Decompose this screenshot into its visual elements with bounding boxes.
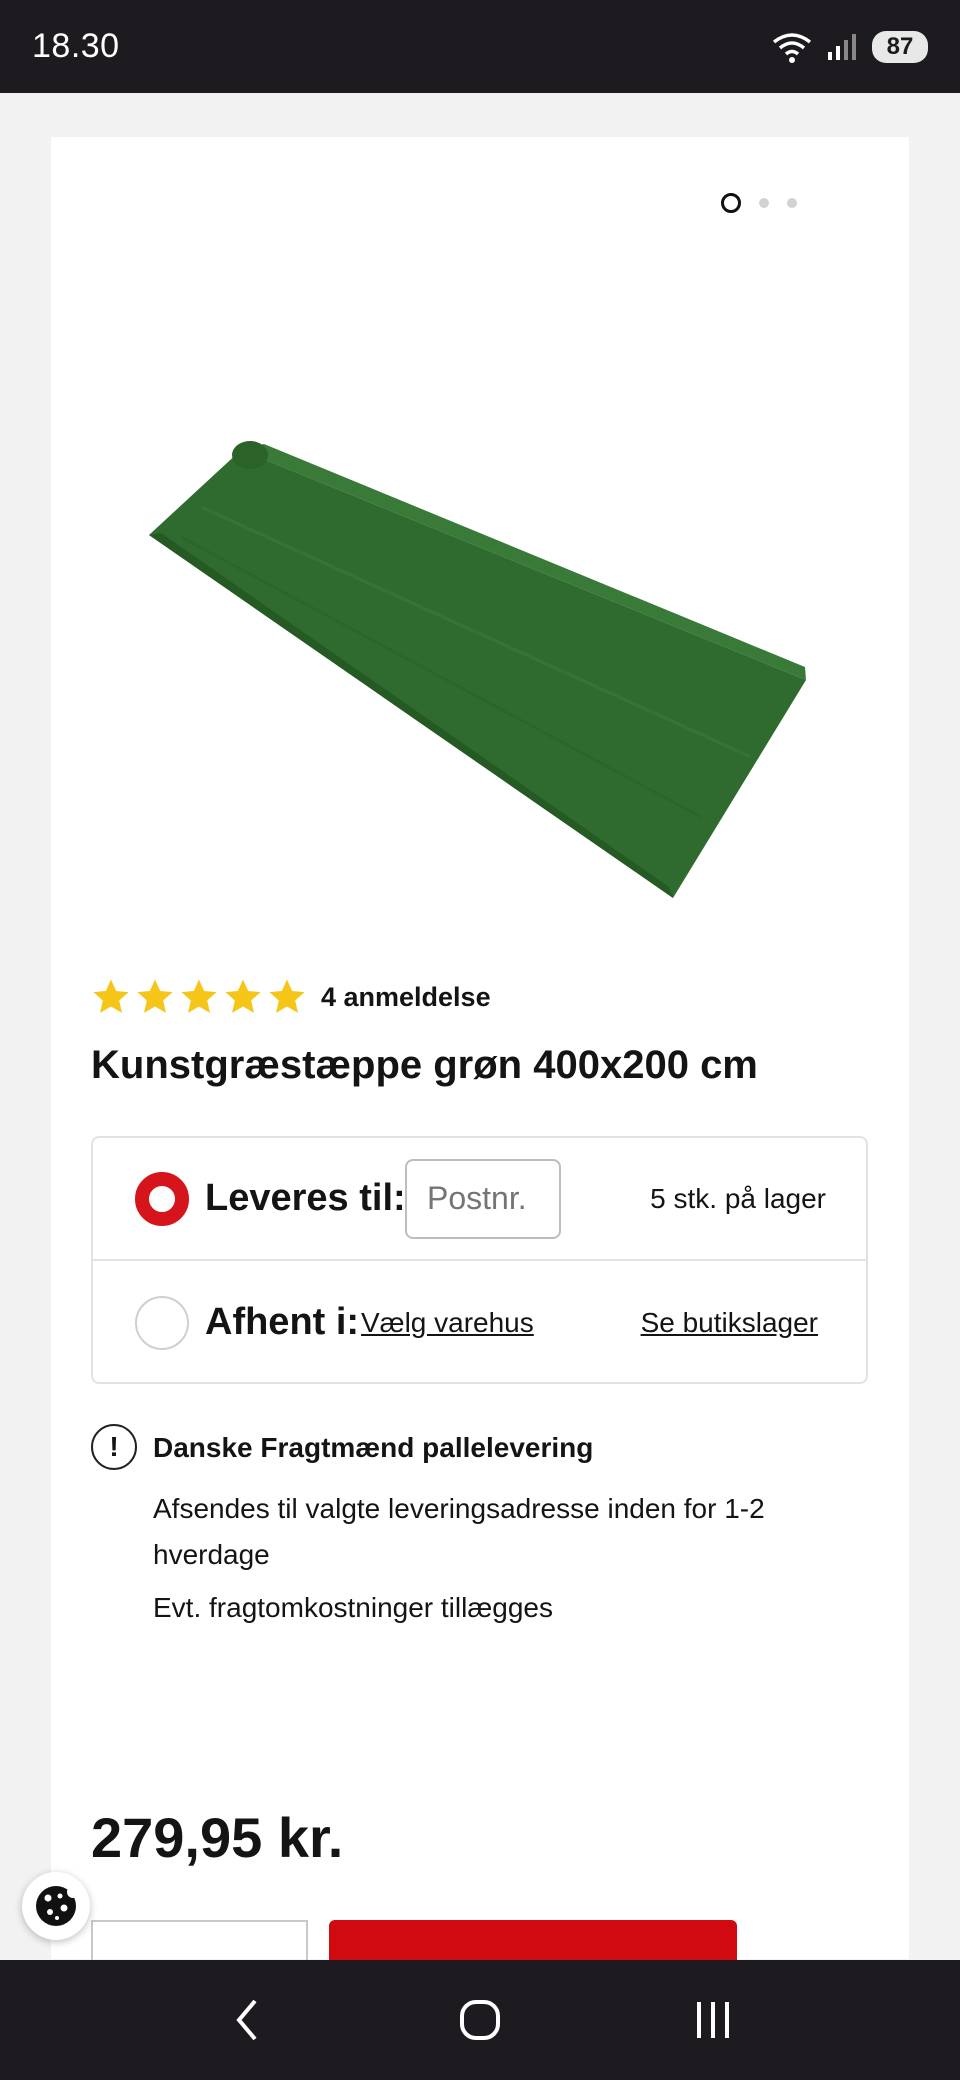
info-icon: !: [91, 1424, 137, 1470]
product-title: Kunstgræstæppe grøn 400x200 cm: [91, 1043, 758, 1087]
deliver-label: Leveres til:: [205, 1177, 406, 1219]
star-icon: [93, 979, 129, 1013]
shipping-lead-time: Afsendes til valgte leveringsadresse ind…: [153, 1493, 765, 1570]
delivery-option-pickup[interactable]: Afhent i: Vælg varehus Se butikslager: [93, 1261, 866, 1384]
radio-deliver-selected[interactable]: [135, 1171, 189, 1226]
pagination-dot[interactable]: [759, 198, 769, 208]
pickup-label: Afhent i:: [205, 1301, 360, 1343]
home-icon[interactable]: [450, 1990, 510, 2050]
choose-store-link[interactable]: Vælg varehus: [361, 1307, 534, 1339]
shipping-cost-note: Evt. fragtomkostninger tillægges: [153, 1592, 553, 1623]
recent-apps-icon[interactable]: [683, 1990, 743, 2050]
product-price: 279,95 kr.: [91, 1806, 344, 1869]
back-icon[interactable]: [217, 1990, 277, 2050]
signal-icon: [826, 32, 860, 62]
star-icon: [269, 979, 305, 1013]
stock-status: 5 stk. på lager: [650, 1182, 826, 1214]
product-image[interactable]: [51, 237, 909, 957]
radio-pickup[interactable]: [135, 1295, 189, 1350]
review-count[interactable]: 4 anmeldelse: [321, 982, 491, 1013]
image-pagination-dots[interactable]: [721, 193, 797, 213]
star-icon: [181, 979, 217, 1013]
product-card: 4 anmeldelse Kunstgræstæppe grøn 400x200…: [51, 137, 909, 2040]
star-icon: [137, 979, 173, 1013]
shipping-title: Danske Fragtmænd pallelevering: [153, 1432, 594, 1463]
delivery-options: Leveres til: 5 stk. på lager Afhent i: V…: [91, 1136, 868, 1384]
status-time: 18.30: [32, 27, 120, 65]
postnr-input[interactable]: [405, 1158, 561, 1239]
android-nav-bar: [0, 1960, 960, 2080]
rating[interactable]: 4 anmeldelse: [91, 977, 491, 1017]
battery-icon: 87: [872, 30, 928, 63]
wifi-icon: [770, 30, 814, 64]
pagination-dot-active[interactable]: [721, 193, 741, 213]
status-bar: 18.30 87: [0, 0, 960, 93]
delivery-option-ship[interactable]: Leveres til: 5 stk. på lager: [93, 1138, 866, 1261]
store-stock-link[interactable]: Se butikslager: [641, 1307, 818, 1339]
pagination-dot[interactable]: [787, 198, 797, 208]
star-icon: [225, 979, 261, 1013]
status-icons: 87: [770, 30, 928, 64]
cookie-icon[interactable]: [22, 1872, 90, 1940]
